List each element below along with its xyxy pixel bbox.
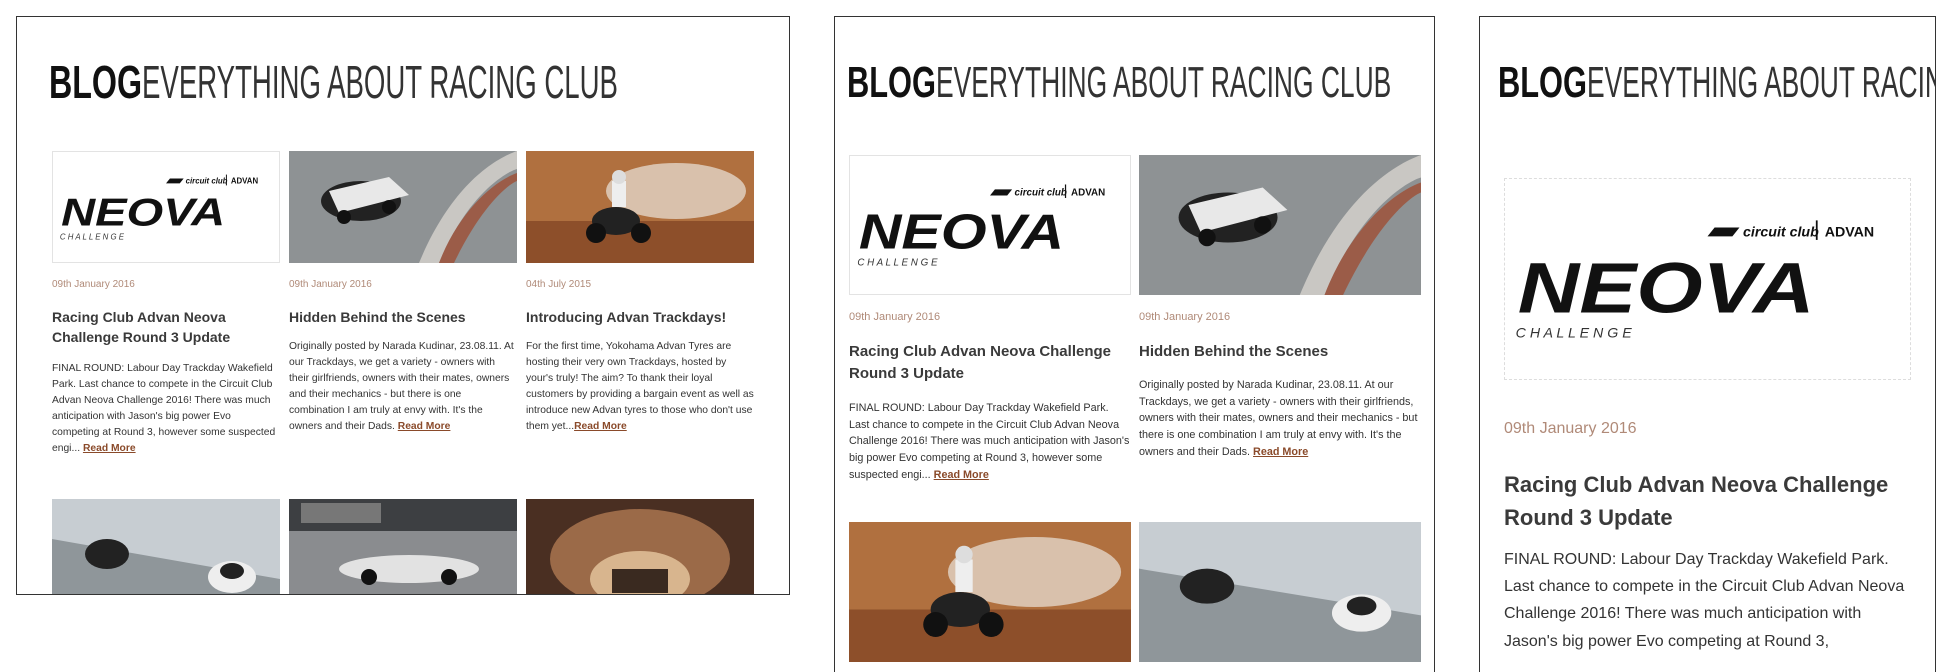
svg-text:C H A L L E N G E: C H A L L E N G E	[60, 232, 125, 241]
svg-text:C H A L L E N G E: C H A L L E N G E	[1516, 326, 1633, 342]
rally-car-image-icon	[526, 499, 754, 594]
race-car-image-icon	[289, 151, 517, 263]
read-more-link[interactable]: Read More	[1253, 446, 1308, 458]
race-car-image-icon	[1139, 155, 1421, 295]
post-excerpt: FINAL ROUND: Labour Day Trackday Wakefie…	[52, 363, 276, 454]
post-date: 04th July 2015	[526, 279, 592, 290]
read-more-link[interactable]: Read More	[398, 421, 451, 432]
svg-text:ADVAN: ADVAN	[231, 176, 259, 185]
post-date: 09th January 2016	[289, 279, 372, 290]
post-title[interactable]: Hidden Behind the Scenes	[1139, 341, 1421, 363]
post-title[interactable]: Racing Club Advan Neova Challenge Round …	[1504, 468, 1911, 534]
post-title[interactable]: Racing Club Advan Neova Challenge Round …	[52, 307, 280, 348]
rally-car-thumbnail[interactable]	[526, 499, 754, 594]
post-excerpt: Originally posted by Narada Kudinar, 23.…	[289, 341, 514, 432]
svg-text:circuit club: circuit club	[1743, 224, 1819, 240]
svg-text:ADVAN: ADVAN	[1071, 188, 1105, 199]
svg-text:circuit club: circuit club	[1015, 188, 1067, 199]
post-title[interactable]: Racing Club Advan Neova Challenge Round …	[849, 341, 1131, 385]
neova-logo-icon: circuit club ADVAN NEOVA C H A L L E N G…	[1505, 179, 1910, 379]
neova-logo-icon: circuit club ADVAN NEOVA C H A L L E N G…	[54, 152, 278, 262]
post-excerpt: FINAL ROUND: Labour Day Trackday Wakefie…	[849, 402, 1130, 481]
post-date: 09th January 2016	[849, 311, 941, 323]
neova-logo-thumbnail[interactable]: circuit club ADVAN NEOVA C H A L L E N G…	[1504, 178, 1911, 380]
neova-logo-thumbnail[interactable]: circuit club ADVAN NEOVA C H A L L E N G…	[849, 155, 1131, 295]
race-car-thumbnail[interactable]	[1139, 155, 1421, 295]
blog-desktop-view: BLOGEVERYTHING ABOUT RACING CLUB circuit…	[16, 16, 790, 595]
quad-bike-image-icon	[526, 151, 754, 263]
motorbike-image-icon	[52, 499, 280, 594]
blog-heading: BLOGEVERYTHING ABOUT RACING CLUB	[1498, 58, 1935, 107]
blog-mobile-view: BLOGEVERYTHING ABOUT RACING CLUB circuit…	[1479, 16, 1936, 672]
post-excerpt: Originally posted by Narada Kudinar, 23.…	[1139, 379, 1418, 458]
post-title[interactable]: Hidden Behind the Scenes	[289, 307, 517, 327]
svg-text:circuit club: circuit club	[186, 176, 228, 185]
post-date: 09th January 2016	[1504, 420, 1637, 437]
quad-bike-thumbnail[interactable]	[526, 151, 754, 263]
svg-text:NEOVA: NEOVA	[859, 205, 1064, 259]
neova-logo-thumbnail[interactable]: circuit club ADVAN NEOVA C H A L L E N G…	[52, 151, 280, 263]
svg-text:NEOVA: NEOVA	[1518, 248, 1815, 328]
motorbike-thumbnail[interactable]	[52, 499, 280, 594]
svg-text:C H A L L E N G E: C H A L L E N G E	[857, 258, 938, 269]
motorbike-image-icon	[1139, 522, 1421, 662]
svg-text:ADVAN: ADVAN	[1825, 224, 1874, 240]
quad-bike-image-icon	[849, 522, 1131, 662]
post-date: 09th January 2016	[1139, 311, 1231, 323]
le-mans-car-image-icon	[289, 499, 517, 594]
motorbike-thumbnail[interactable]	[1139, 522, 1421, 662]
post-excerpt: For the first time, Yokohama Advan Tyres…	[526, 341, 754, 432]
post-date: 09th January 2016	[52, 279, 135, 290]
read-more-link[interactable]: Read More	[83, 443, 136, 454]
blog-heading: BLOGEVERYTHING ABOUT RACING CLUB	[847, 58, 1392, 107]
post-title[interactable]: Introducing Advan Trackdays!	[526, 307, 754, 327]
read-more-link[interactable]: Read More	[574, 421, 627, 432]
race-car-thumbnail[interactable]	[289, 151, 517, 263]
le-mans-car-thumbnail[interactable]	[289, 499, 517, 594]
post-excerpt: FINAL ROUND: Labour Day Trackday Wakefie…	[1504, 551, 1905, 650]
quad-bike-thumbnail[interactable]	[849, 522, 1131, 662]
read-more-link[interactable]: Read More	[934, 469, 989, 481]
blog-heading: BLOGEVERYTHING ABOUT RACING CLUB	[49, 56, 618, 108]
neova-logo-icon: circuit club ADVAN NEOVA C H A L L E N G…	[850, 156, 1130, 294]
svg-text:NEOVA: NEOVA	[61, 191, 225, 234]
blog-tablet-view: BLOGEVERYTHING ABOUT RACING CLUB circuit…	[834, 16, 1435, 672]
